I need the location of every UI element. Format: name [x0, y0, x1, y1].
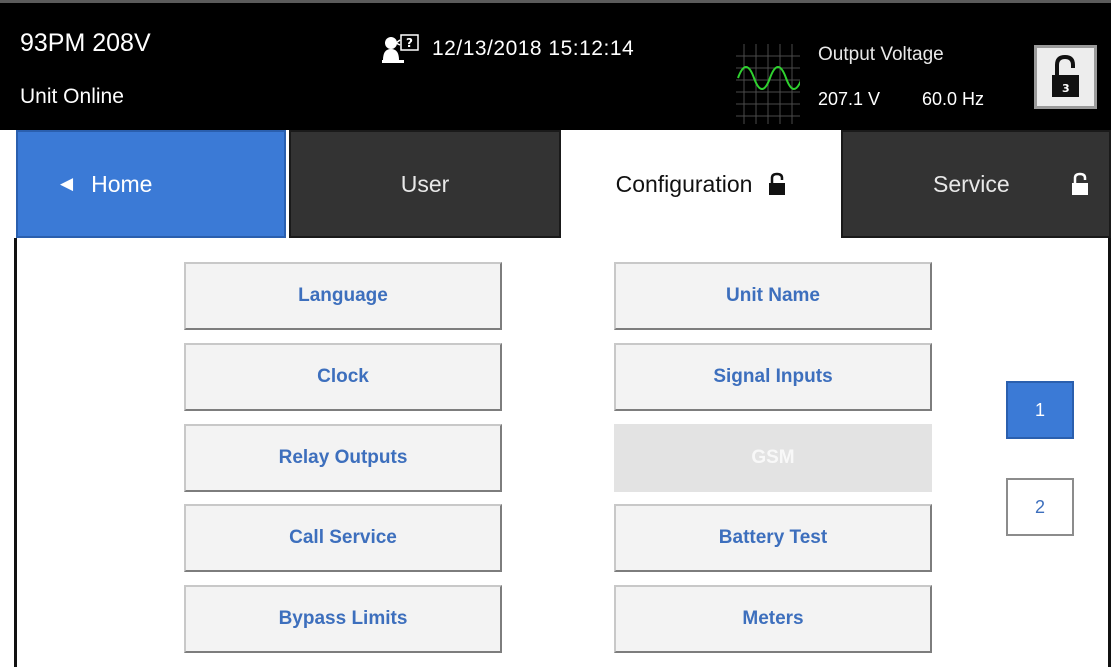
- battery-test-button[interactable]: Battery Test: [614, 504, 932, 572]
- tab-configuration-label: Configuration: [615, 170, 753, 197]
- tab-home-label: Home: [91, 170, 153, 197]
- tab-home[interactable]: ◀ Home: [16, 130, 286, 238]
- output-voltage-value: 207.1 V: [818, 89, 881, 109]
- page-2-button[interactable]: 2: [1006, 478, 1074, 536]
- unit-name-button[interactable]: Unit Name: [614, 262, 932, 330]
- bypass-limits-button[interactable]: Bypass Limits: [184, 585, 502, 653]
- sine-wave-icon: [736, 44, 803, 124]
- svg-text:?: ?: [406, 36, 413, 50]
- language-button[interactable]: Language: [184, 262, 502, 330]
- lock-level-digit: 3: [1062, 82, 1070, 95]
- relay-outputs-button[interactable]: Relay Outputs: [184, 424, 502, 492]
- signal-inputs-button[interactable]: Signal Inputs: [614, 343, 932, 411]
- call-service-button[interactable]: Call Service: [184, 504, 502, 572]
- tab-configuration[interactable]: Configuration: [561, 130, 841, 238]
- system-datetime: 12/13/2018 15:12:14: [432, 37, 635, 60]
- tab-bar: ◀ Home User Configuration Service: [0, 130, 1111, 238]
- user-notice-icon[interactable]: ?: [382, 34, 420, 64]
- status-bar: 93PM 208V Unit Online ? 12/13/2018 15:12…: [0, 0, 1111, 130]
- unit-status: Unit Online: [20, 85, 124, 108]
- tab-service-label: Service: [933, 170, 1010, 197]
- left-triangle-icon: ◀: [60, 174, 74, 193]
- unlocked-padlock-icon: [768, 172, 786, 196]
- output-frequency-value: 60.0 Hz: [922, 89, 985, 109]
- tab-service[interactable]: Service: [841, 130, 1111, 238]
- gsm-button: GSM: [614, 424, 932, 492]
- access-lock-button[interactable]: 3: [1034, 45, 1097, 109]
- page-1-button[interactable]: 1: [1006, 381, 1074, 439]
- unit-model: 93PM 208V: [20, 29, 151, 57]
- tab-user[interactable]: User: [289, 130, 561, 238]
- tab-user-label: User: [400, 170, 450, 197]
- output-voltage-title: Output Voltage: [818, 44, 944, 65]
- clock-button[interactable]: Clock: [184, 343, 502, 411]
- unlocked-padlock-icon: [1071, 172, 1089, 196]
- meters-button[interactable]: Meters: [614, 585, 932, 653]
- panel-left-border: [14, 238, 17, 667]
